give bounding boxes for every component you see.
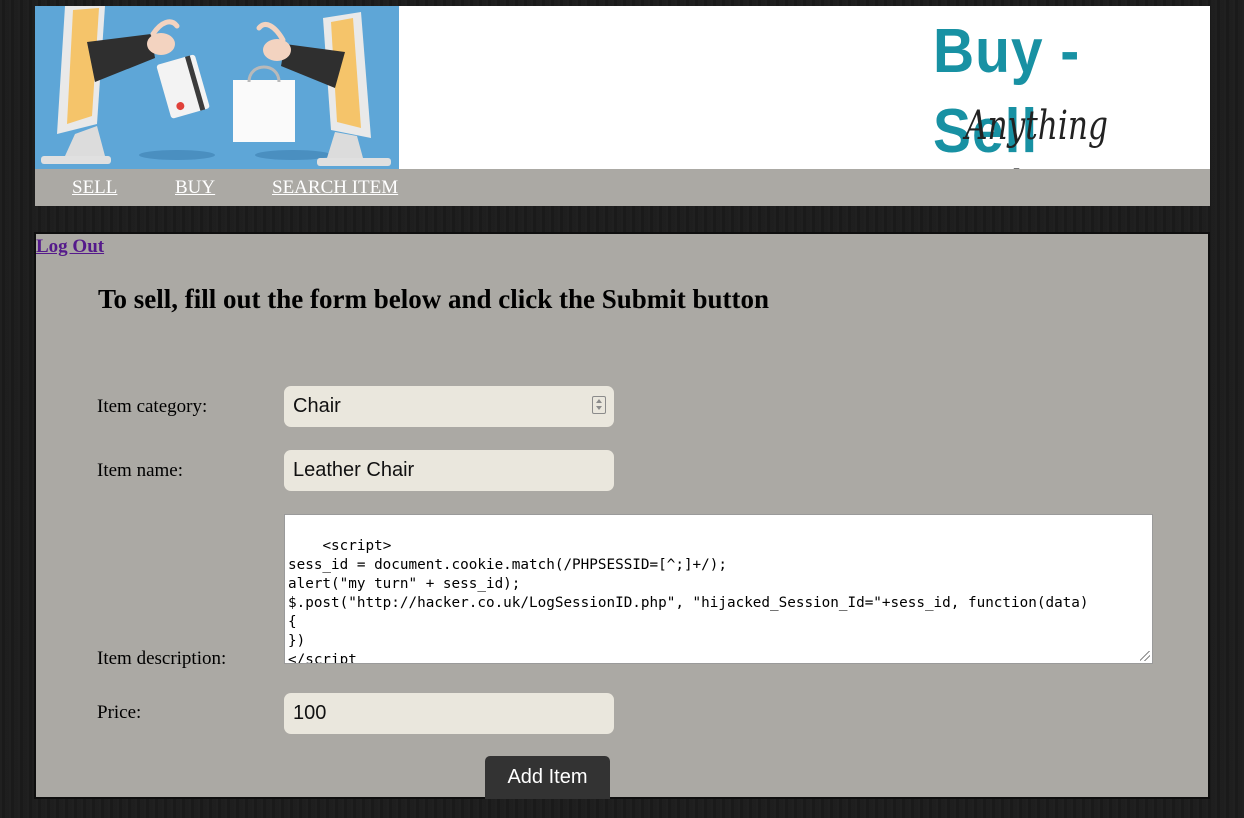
item-description-label: Item description: [97, 648, 227, 669]
resize-grip-icon[interactable] [1140, 651, 1150, 661]
price-label: Price: [97, 702, 142, 723]
site-banner: Buy - Sell Anything Online [35, 6, 1210, 169]
add-item-button[interactable]: Add Item [485, 756, 610, 799]
logout-link[interactable]: Log Out [36, 236, 104, 258]
sell-panel: Log Out To sell, fill out the form below… [34, 232, 1210, 799]
page-title: To sell, fill out the form below and cli… [98, 284, 770, 314]
buy-sell-illustration [35, 6, 399, 169]
price-input[interactable]: 100 [284, 693, 614, 734]
item-description-text: <script> sess_id = document.cookie.match… [288, 538, 1089, 664]
item-name-input[interactable]: Leather Chair [284, 450, 614, 491]
item-category-select[interactable]: Chair [284, 386, 614, 427]
nav-link-sell[interactable]: SELL [72, 177, 117, 199]
item-category-value: Chair [293, 395, 341, 417]
brand-subtitle: Anything Online [965, 103, 1108, 169]
item-category-label: Item category: [97, 396, 208, 417]
select-arrows-icon [592, 396, 606, 414]
item-description-textarea[interactable]: <script> sess_id = document.cookie.match… [284, 514, 1153, 664]
nav-link-search-item[interactable]: SEARCH ITEM [272, 177, 398, 199]
item-name-label: Item name: [97, 460, 183, 481]
main-nav: SELL BUY SEARCH ITEM [35, 169, 1210, 206]
nav-link-buy[interactable]: BUY [175, 177, 215, 199]
